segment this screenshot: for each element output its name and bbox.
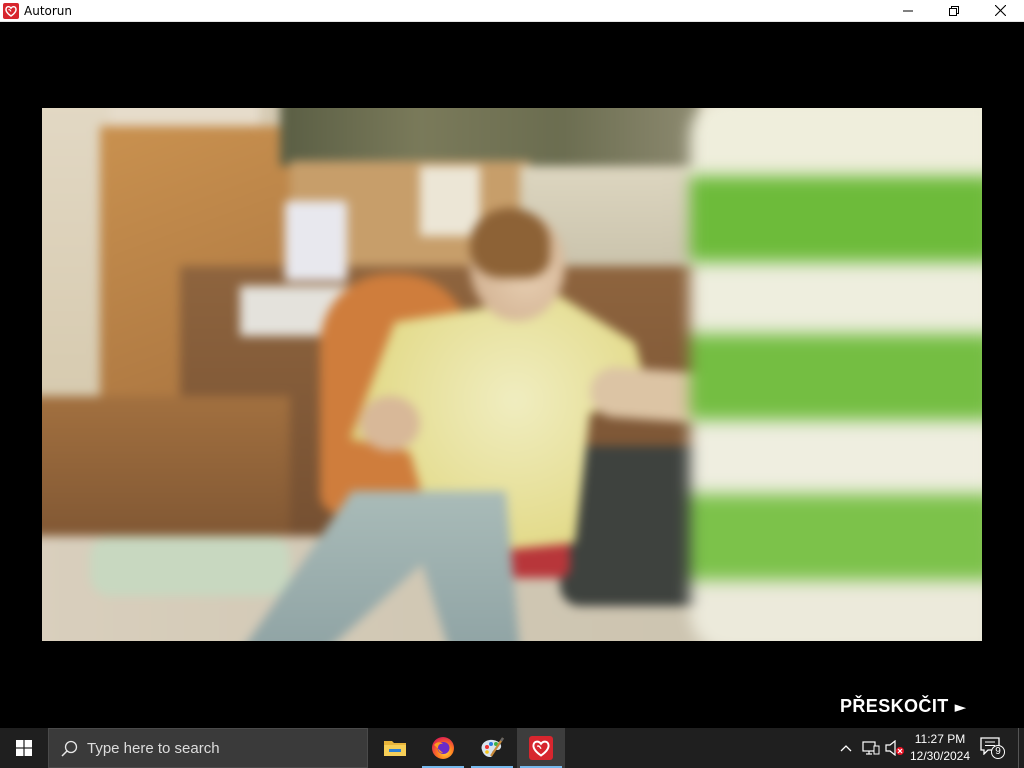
taskbar-search-box[interactable] (48, 728, 368, 768)
scene-person-hand (360, 396, 420, 451)
notification-count-badge: 9 (991, 745, 1005, 759)
scene-papers (420, 166, 480, 236)
volume-button[interactable] (885, 738, 905, 758)
network-button[interactable] (861, 738, 881, 758)
volume-muted-icon (885, 740, 904, 756)
action-center-button[interactable]: 9 (980, 737, 1006, 761)
show-desktop-button[interactable] (1018, 728, 1024, 768)
window-title-bar[interactable]: Autorun (0, 0, 1024, 22)
search-icon (61, 740, 78, 757)
scene-striped-object (690, 108, 982, 641)
scene-cabinet (42, 396, 290, 546)
scene-floor-object (90, 536, 290, 596)
chevron-up-icon (840, 745, 852, 752)
clock-date: 12/30/2024 (909, 749, 971, 763)
taskbar-app-autorun[interactable] (517, 728, 565, 768)
heart-brand-icon (529, 736, 553, 760)
video-player: PŘESKOČIT ► (0, 22, 1024, 728)
minimize-icon (903, 10, 913, 11)
window-title: Autorun (24, 4, 73, 18)
video-scene (42, 108, 982, 641)
scene-person-hair (470, 208, 550, 278)
show-hidden-icons-button[interactable] (836, 738, 856, 758)
skip-label: PŘESKOČIT (840, 696, 949, 716)
heart-brand-icon (3, 3, 19, 19)
minimize-button[interactable] (885, 0, 931, 21)
firefox-icon (432, 737, 454, 759)
scene-shelf-plants (280, 108, 700, 166)
taskbar: 11:27 PM 12/30/2024 9 (0, 728, 1024, 768)
scene-monitor (285, 201, 347, 281)
video-frame (42, 108, 982, 641)
taskbar-clock[interactable]: 11:27 PM 12/30/2024 (906, 731, 974, 765)
taskbar-app-file-explorer[interactable] (371, 728, 419, 768)
skip-button[interactable]: PŘESKOČIT ► (840, 696, 967, 717)
start-button[interactable] (0, 728, 48, 768)
taskbar-app-paint[interactable] (468, 728, 516, 768)
close-button[interactable] (977, 0, 1023, 21)
close-icon (994, 5, 1006, 16)
restore-icon (949, 5, 959, 16)
clock-time: 11:27 PM (914, 732, 966, 746)
search-input[interactable] (87, 738, 357, 758)
paint-icon (481, 737, 504, 757)
windows-logo-icon (16, 740, 32, 756)
restore-button[interactable] (931, 0, 977, 21)
taskbar-app-firefox[interactable] (419, 728, 467, 768)
network-icon (862, 741, 880, 755)
file-explorer-icon (384, 741, 406, 756)
play-arrow-icon: ► (954, 698, 967, 716)
